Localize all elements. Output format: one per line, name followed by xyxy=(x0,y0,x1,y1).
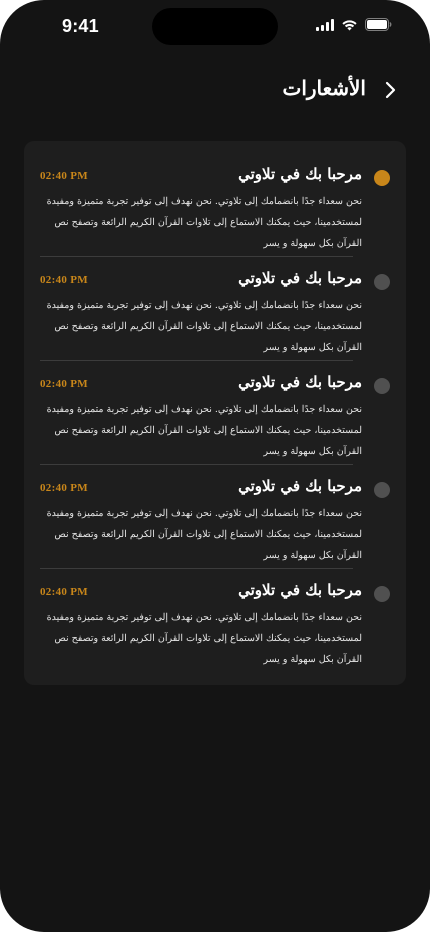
notification-item[interactable]: مرحبا بك في تلاوتي 02:40 PM نحن سعداء جد… xyxy=(24,141,406,249)
notification-item[interactable]: مرحبا بك في تلاوتي 02:40 PM نحن سعداء جد… xyxy=(24,453,406,561)
read-indicator-dot xyxy=(374,482,390,498)
notification-title: مرحبا بك في تلاوتي xyxy=(238,165,362,183)
read-indicator-dot xyxy=(374,378,390,394)
notification-item[interactable]: مرحبا بك في تلاوتي 02:40 PM نحن سعداء جد… xyxy=(24,349,406,457)
notification-time: 02:40 PM xyxy=(40,482,88,494)
notification-title: مرحبا بك في تلاوتي xyxy=(238,581,362,599)
read-indicator-dot xyxy=(374,274,390,290)
notification-title: مرحبا بك في تلاوتي xyxy=(238,269,362,287)
notification-time: 02:40 PM xyxy=(40,586,88,598)
battery-icon xyxy=(365,18,392,31)
notification-title: مرحبا بك في تلاوتي xyxy=(238,477,362,495)
status-time: 9:41 xyxy=(62,16,99,36)
page-title: الأشعارات xyxy=(282,76,366,100)
notification-title: مرحبا بك في تلاوتي xyxy=(238,373,362,391)
notification-item[interactable]: مرحبا بك في تلاوتي 02:40 PM نحن سعداء جد… xyxy=(24,557,406,665)
wifi-icon xyxy=(341,19,358,31)
cellular-signal-icon xyxy=(316,18,334,31)
dynamic-island xyxy=(152,8,278,45)
chevron-icon xyxy=(385,81,396,99)
notification-time: 02:40 PM xyxy=(40,170,88,182)
notification-time: 02:40 PM xyxy=(40,274,88,286)
back-button[interactable] xyxy=(382,80,398,100)
unread-indicator-dot xyxy=(374,170,390,186)
phone-screen: 9:41 الأشعارات مرحبا بك في تلاوتي 02:40 … xyxy=(0,0,430,932)
notification-item[interactable]: مرحبا بك في تلاوتي 02:40 PM نحن سعداء جد… xyxy=(24,245,406,353)
page-header: الأشعارات xyxy=(0,70,430,110)
notifications-card: مرحبا بك في تلاوتي 02:40 PM نحن سعداء جد… xyxy=(24,141,406,685)
notification-body: نحن سعداء جدًا بانضمامك إلى تلاوتي. نحن … xyxy=(46,612,362,665)
notification-time: 02:40 PM xyxy=(40,378,88,390)
status-bar: 9:41 xyxy=(0,0,430,54)
status-icons xyxy=(316,18,392,31)
read-indicator-dot xyxy=(374,586,390,602)
